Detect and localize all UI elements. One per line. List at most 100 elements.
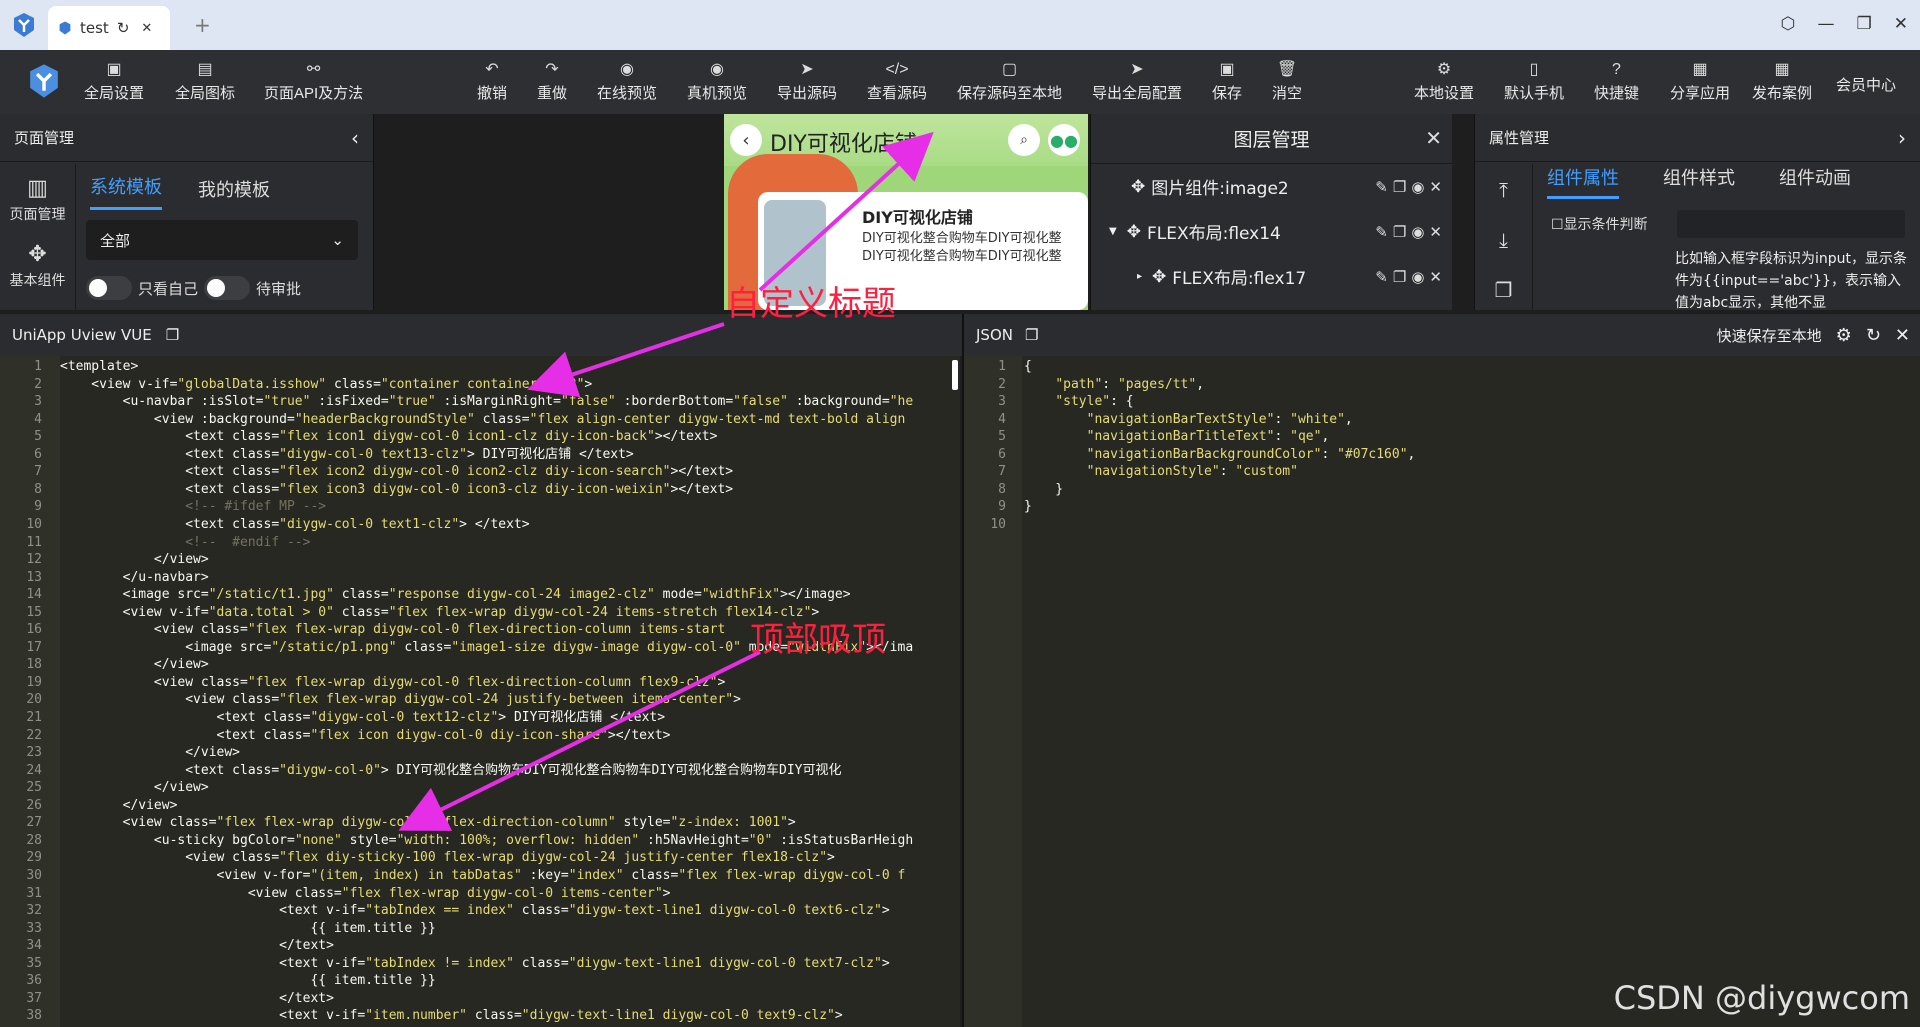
line-number: 11 bbox=[26, 534, 42, 550]
close-icon[interactable]: ✕ bbox=[1425, 126, 1442, 150]
default-phone-button[interactable]: ▯ 默认手机 bbox=[1504, 60, 1564, 103]
tab-title: test bbox=[80, 19, 109, 37]
collapse-left-icon[interactable]: ‹ bbox=[351, 126, 359, 150]
view-source-button[interactable]: </> 查看源码 bbox=[867, 60, 927, 103]
code-text: <view :background="headerBackgroundStyle… bbox=[60, 411, 906, 427]
code-text: <!-- #endif --> bbox=[60, 534, 311, 550]
tab-my-templates[interactable]: 我的模板 bbox=[198, 176, 270, 210]
copy-icon[interactable]: ❐ bbox=[1393, 268, 1406, 286]
share-icon: ▦ bbox=[1692, 61, 1708, 78]
copy-icon[interactable]: ❐ bbox=[166, 326, 179, 344]
share-app-button[interactable]: ▦ 分享应用 bbox=[1670, 60, 1730, 103]
gear-icon[interactable]: ⚙ bbox=[1836, 325, 1852, 346]
edit-icon[interactable]: ✎ bbox=[1375, 268, 1388, 286]
layer-row[interactable]: ▸ ✥ FLEX布局:flex17 ✎ ❐ ◉ ✕ bbox=[1091, 254, 1452, 299]
minimize-icon[interactable]: — bbox=[1818, 14, 1835, 34]
copy-icon[interactable]: ❐ bbox=[1393, 223, 1406, 241]
side-item-pages[interactable]: ▥ 页面管理 bbox=[0, 176, 75, 224]
redo-button[interactable]: ↷ 重做 bbox=[537, 60, 567, 103]
online-preview-button[interactable]: ◉ 在线预览 bbox=[597, 60, 657, 103]
line-number: 16 bbox=[26, 622, 42, 638]
line-number: 14 bbox=[26, 587, 42, 603]
code-text: </text> bbox=[60, 938, 334, 954]
editor-scrollbar[interactable] bbox=[952, 360, 958, 390]
refresh-icon[interactable]: ↻ bbox=[1866, 325, 1881, 346]
vue-code-editor[interactable]: 1 <template> 2 <view v-if="globalData.issh… bbox=[0, 356, 960, 1027]
side-item-components[interactable]: ✥ 基本组件 bbox=[0, 242, 75, 290]
member-center-button[interactable]: 会员中心 bbox=[1836, 72, 1896, 95]
copy-icon[interactable]: ❐ bbox=[1025, 326, 1038, 344]
template-filter-select[interactable]: 全部 ⌄ bbox=[86, 220, 358, 260]
save-button[interactable]: ▣ 保存 bbox=[1212, 60, 1242, 103]
move-icon[interactable]: ✥ bbox=[1152, 267, 1166, 287]
page-api-button[interactable]: ⚯ 页面API及方法 bbox=[264, 60, 363, 103]
restore-icon[interactable]: ❐ bbox=[1857, 14, 1872, 34]
shortcuts-button[interactable]: ? 快捷键 bbox=[1594, 60, 1639, 103]
edit-icon[interactable]: ✎ bbox=[1375, 223, 1388, 241]
move-bottom-icon[interactable]: ⤓ bbox=[1499, 228, 1508, 252]
code-text: <text class="flex icon2 diygw-col-0 icon… bbox=[60, 464, 734, 480]
close-window-icon[interactable]: ✕ bbox=[1894, 14, 1908, 34]
copy-icon[interactable]: ❐ bbox=[1393, 178, 1406, 196]
edit-icon[interactable]: ✎ bbox=[1375, 178, 1388, 196]
close-icon[interactable]: ✕ bbox=[1895, 325, 1910, 346]
condition-hint: 比如输入框字段标识为input，显示条件为{{input=='abc'}}，表示… bbox=[1675, 251, 1908, 311]
export-source-button[interactable]: ➤ 导出源码 bbox=[777, 60, 837, 103]
expand-icon[interactable]: ▸ bbox=[1137, 271, 1142, 282]
code-text: </view> bbox=[60, 797, 178, 813]
save-source-local-button[interactable]: ▢ 保存源码至本地 bbox=[957, 60, 1062, 103]
line-number: 1 bbox=[34, 359, 42, 374]
export-global-config-button[interactable]: ➤ 导出全局配置 bbox=[1092, 60, 1182, 103]
move-icon[interactable]: ✥ bbox=[1131, 177, 1145, 197]
code-line: 38 <text v-if="item.number" class="diygw… bbox=[0, 1007, 842, 1025]
tab-system-templates[interactable]: 系统模板 bbox=[90, 173, 162, 210]
move-top-icon[interactable]: ⤒ bbox=[1499, 178, 1508, 202]
tab-component-style[interactable]: 组件样式 bbox=[1663, 164, 1735, 199]
tab-component-props[interactable]: 组件属性 bbox=[1547, 164, 1619, 199]
json-code-editor[interactable]: 1{2 "path": "pages/tt", 3 "style": {4 "na… bbox=[962, 356, 1920, 1027]
global-icons-button[interactable]: ▤ 全局图标 bbox=[175, 60, 235, 103]
browser-tab[interactable]: test ↻ ✕ bbox=[48, 6, 170, 50]
wechat-icon[interactable]: ●● bbox=[1048, 124, 1080, 156]
eye-icon[interactable]: ◉ bbox=[1411, 178, 1424, 196]
move-icon[interactable]: ✥ bbox=[1127, 222, 1141, 242]
only-mine-toggle[interactable] bbox=[86, 276, 132, 300]
local-settings-button[interactable]: ⚙ 本地设置 bbox=[1414, 60, 1474, 103]
new-tab-icon[interactable]: + bbox=[194, 13, 211, 37]
settings-hex-icon[interactable]: ⬡ bbox=[1781, 14, 1796, 34]
collapse-right-icon[interactable]: › bbox=[1898, 126, 1906, 150]
template-tabs: 系统模板 我的模板 bbox=[78, 164, 373, 210]
json-editor-title: JSON bbox=[976, 326, 1013, 344]
publish-case-button[interactable]: ▦ 发布案例 bbox=[1752, 60, 1812, 103]
line-number: 12 bbox=[26, 552, 42, 568]
line-number: 27 bbox=[26, 815, 42, 831]
pending-toggle[interactable] bbox=[204, 276, 251, 300]
close-tab-icon[interactable]: ✕ bbox=[141, 21, 152, 36]
layer-management-panel: 图层管理 ✕ ✥ 图片组件:image2 ✎ ❐ ◉ ✕ ▼ ✥ FLEX布局:fle… bbox=[1090, 114, 1452, 310]
delete-icon[interactable]: ✕ bbox=[1429, 268, 1442, 286]
line-number: 4 bbox=[34, 411, 42, 427]
global-settings-button[interactable]: ▣ 全局设置 bbox=[84, 60, 144, 103]
search-icon[interactable]: ⌕ bbox=[1008, 124, 1040, 156]
device-preview-button[interactable]: ◉ 真机预览 bbox=[687, 60, 747, 103]
layer-row[interactable]: ▼ ✥ FLEX布局:flex14 ✎ ❐ ◉ ✕ bbox=[1091, 209, 1452, 254]
undo-button[interactable]: ↶ 撤销 bbox=[477, 60, 507, 103]
layer-actions: ✎ ❐ ◉ ✕ bbox=[1375, 223, 1442, 241]
delete-icon[interactable]: ✕ bbox=[1429, 223, 1442, 241]
checkbox-icon[interactable]: ☐ bbox=[1551, 217, 1564, 233]
reload-icon[interactable]: ↻ bbox=[117, 19, 130, 37]
eye-icon[interactable]: ◉ bbox=[1411, 268, 1424, 286]
clear-button[interactable]: 🗑 消空 bbox=[1272, 60, 1302, 103]
expand-icon[interactable]: ▼ bbox=[1109, 226, 1117, 237]
back-icon[interactable]: ‹ bbox=[730, 124, 762, 156]
code-text: "navigationBarTitleText": "qe", bbox=[1086, 429, 1330, 445]
quick-save-button[interactable]: 快速保存至本地 bbox=[1717, 325, 1822, 346]
condition-input[interactable] bbox=[1677, 210, 1905, 238]
eye-icon: ◉ bbox=[710, 61, 724, 78]
layer-row[interactable]: ✥ 图片组件:image2 ✎ ❐ ◉ ✕ bbox=[1091, 164, 1452, 209]
tab-component-animation[interactable]: 组件动画 bbox=[1779, 164, 1851, 199]
eye-icon[interactable]: ◉ bbox=[1411, 223, 1424, 241]
copy-icon[interactable]: ❐ bbox=[1495, 278, 1513, 302]
layer-label: FLEX布局:flex17 bbox=[1172, 269, 1307, 289]
delete-icon[interactable]: ✕ bbox=[1429, 178, 1442, 196]
